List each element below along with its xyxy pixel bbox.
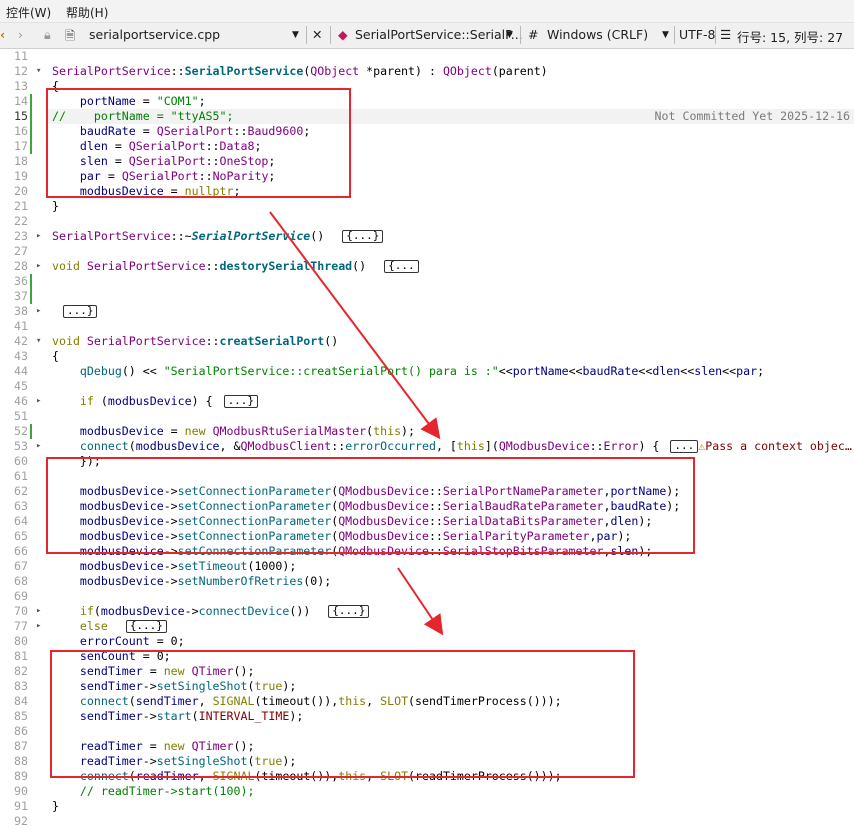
arrow-to-timers	[397, 567, 444, 636]
code-line[interactable]: 92	[0, 814, 854, 829]
annotation-arrows	[269, 211, 444, 636]
arrow-to-params	[269, 211, 441, 440]
line-number: 92	[14, 814, 28, 828]
